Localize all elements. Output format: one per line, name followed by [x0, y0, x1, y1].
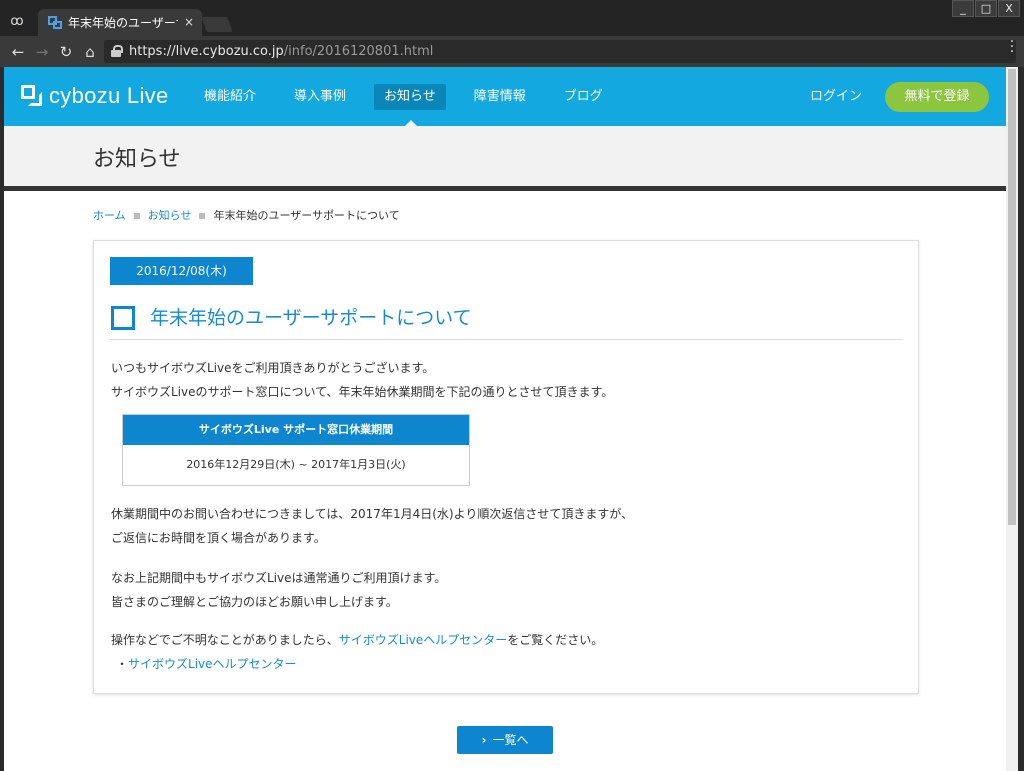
forward-arrow-icon[interactable]: → — [32, 42, 52, 62]
page-title: お知らせ — [93, 147, 181, 172]
article-heading: 年末年始のユーザーサポートについて — [150, 307, 472, 329]
cybozu-favicon-icon — [48, 16, 62, 29]
login-link[interactable]: ログイン — [810, 88, 862, 106]
chevron-right-icon: › — [481, 733, 487, 747]
web-page: cybozu Live 機能紹介 導入事例 お知らせ 障害情報 ブログ ログイン… — [4, 67, 1006, 771]
help-center-link[interactable]: サイボウズLiveヘルプセンター — [339, 633, 508, 647]
nav-item-status[interactable]: 障害情報 — [464, 84, 536, 110]
close-window-button[interactable]: X — [998, 0, 1020, 17]
article-intro-2: サイボウズLiveのサポート窓口について、年末年始休業期間を下記の通りとさせて頂… — [111, 385, 614, 399]
site-header: cybozu Live 機能紹介 導入事例 お知らせ 障害情報 ブログ ログイン… — [4, 67, 1006, 126]
incognito-icon: ꝏ — [10, 14, 24, 29]
back-to-list-button[interactable]: › 一覧へ — [457, 726, 553, 754]
signup-button[interactable]: 無料で登録 — [885, 82, 989, 112]
back-to-list-label: 一覧へ — [492, 733, 529, 747]
help-center-bullet-link[interactable]: サイボウズLiveヘルプセンター — [128, 657, 297, 671]
window-controls: _ □ X — [951, 0, 1020, 18]
browser-window: ꝏ 年末年始のユーザーサポ × _ □ X ← → ↻ ⌂ https://li… — [0, 0, 1024, 771]
breadcrumb: ホーム お知らせ 年末年始のユーザーサポートについて — [93, 208, 400, 224]
breadcrumb-home[interactable]: ホーム — [93, 208, 126, 224]
site-logo[interactable]: cybozu Live — [21, 83, 168, 109]
heading-square-icon — [111, 306, 135, 330]
nav-item-features[interactable]: 機能紹介 — [194, 84, 266, 110]
article-body-3: なお上記期間中もサイボウズLiveは通常通りご利用頂けます。 — [111, 571, 447, 585]
browser-tab[interactable]: 年末年始のユーザーサポ × — [38, 9, 202, 36]
address-bar[interactable]: https://live.cybozu.co.jp/info/201612080… — [104, 40, 1016, 63]
main-nav: 機能紹介 導入事例 お知らせ 障害情報 ブログ — [194, 84, 631, 110]
tab-close-icon[interactable]: × — [182, 14, 196, 30]
browser-menu-icon[interactable]: · · · — [1006, 35, 1018, 59]
new-tab-button[interactable] — [201, 17, 233, 32]
page-title-bar: お知らせ — [4, 126, 1006, 191]
reload-icon[interactable]: ↻ — [56, 42, 76, 62]
table-cell-period: 2016年12月29日(木) ~ 2017年1月3日(火) — [186, 458, 406, 471]
table-header: サイボウズLive サポート窓口休業期間 — [123, 415, 469, 445]
help-bullet-item: ・サイボウズLiveヘルプセンター — [116, 652, 297, 676]
help-prefix: 操作などでご不明なことがありましたら、 — [111, 633, 339, 647]
article-date: 2016/12/08(木) — [110, 257, 253, 285]
breadcrumb-separator-icon — [199, 213, 206, 219]
article-body-4: 皆さまのご理解とご協力のほどお願い申し上げます。 — [111, 595, 398, 609]
minimize-button[interactable]: _ — [952, 0, 974, 17]
bullet-dot: ・ — [116, 657, 129, 671]
help-suffix: をご覧ください。 — [507, 633, 604, 647]
url-text: https://live.cybozu.co.jp/info/201612080… — [129, 44, 434, 59]
back-arrow-icon[interactable]: ← — [8, 42, 28, 62]
heading-divider — [110, 339, 903, 340]
breadcrumb-news[interactable]: お知らせ — [148, 208, 192, 224]
cybozu-logo-icon — [21, 85, 43, 107]
help-paragraph: 操作などでご不明なことがありましたら、サイボウズLiveヘルプセンターをご覧くだ… — [111, 628, 603, 652]
lock-icon — [111, 45, 123, 58]
home-icon[interactable]: ⌂ — [80, 42, 100, 62]
scrollbar-thumb[interactable] — [1008, 69, 1016, 525]
breadcrumb-separator-icon — [133, 213, 140, 219]
browser-toolbar: ← → ↻ ⌂ https://live.cybozu.co.jp/info/2… — [0, 35, 1024, 67]
nav-item-cases[interactable]: 導入事例 — [284, 84, 356, 110]
article-intro-1: いつもサイボウズLiveをご利用頂きありがとうございます。 — [111, 361, 435, 375]
nav-item-news[interactable]: お知らせ — [374, 84, 446, 110]
breadcrumb-current: 年末年始のユーザーサポートについて — [213, 209, 400, 222]
tab-title: 年末年始のユーザーサポ — [68, 16, 178, 30]
article-card: 2016/12/08(木) 年末年始のユーザーサポートについて いつもサイボウズ… — [93, 240, 919, 694]
article-body-1: 休業期間中のお問い合わせにつきましては、2017年1月4日(水)より順次返信させ… — [111, 507, 634, 521]
article-body-2: ご返信にお時間を頂く場合があります。 — [111, 531, 326, 545]
page-scrollbar[interactable] — [1006, 67, 1018, 771]
logo-text: cybozu Live — [49, 83, 169, 108]
maximize-button[interactable]: □ — [975, 0, 997, 17]
tab-strip: ꝏ 年末年始のユーザーサポ × _ □ X — [0, 0, 1024, 36]
nav-item-blog[interactable]: ブログ — [554, 84, 613, 110]
closure-period-table: サイボウズLive サポート窓口休業期間 2016年12月29日(木) ~ 20… — [122, 414, 470, 486]
